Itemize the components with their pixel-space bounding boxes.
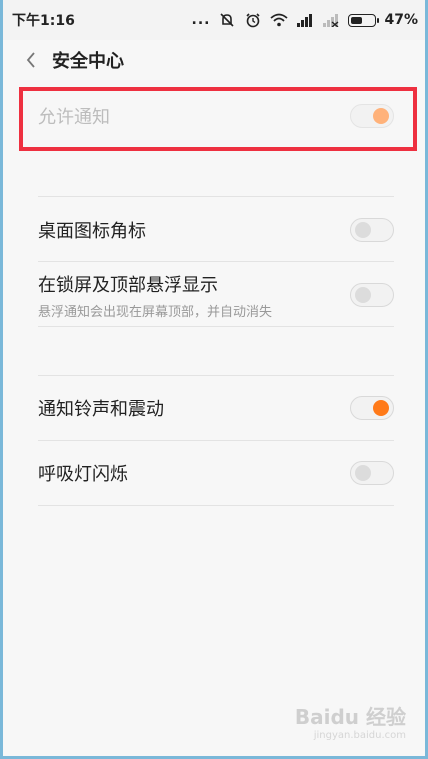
divider xyxy=(38,375,394,376)
watermark-url: jingyan.baidu.com xyxy=(313,730,406,741)
desktop-badge-toggle[interactable] xyxy=(350,218,394,242)
breathing-light-toggle[interactable] xyxy=(350,461,394,485)
battery-icon xyxy=(348,13,380,27)
setting-desktop-badge[interactable]: 桌面图标角标 xyxy=(38,208,394,252)
status-bar: 下午1:16 ... 47% xyxy=(0,0,428,40)
baidu-watermark-logo: Baidu 经验 jingyan.baidu.com xyxy=(295,701,406,741)
setting-label: 通知铃声和震动 xyxy=(38,399,164,420)
more-notifications-icon: ... xyxy=(191,12,211,28)
setting-label: 在锁屏及顶部悬浮显示 xyxy=(38,274,218,296)
page-title: 安全中心 xyxy=(52,51,124,72)
divider xyxy=(38,505,394,506)
setting-label: 桌面图标角标 xyxy=(38,221,146,242)
divider xyxy=(38,440,394,441)
watermark-text: Baidu 经验 xyxy=(294,705,406,729)
signal-icon xyxy=(296,12,314,28)
setting-lockscreen-float[interactable]: 在锁屏及顶部悬浮显示 悬浮通知会出现在屏幕顶部，并自动消失 xyxy=(38,270,394,320)
divider xyxy=(38,261,394,262)
setting-breathing-light[interactable]: 呼吸灯闪烁 xyxy=(38,451,394,495)
setting-sound-vibration[interactable]: 通知铃声和震动 xyxy=(38,386,394,430)
status-time: 下午1:16 xyxy=(12,13,75,29)
back-arrow-icon[interactable] xyxy=(20,49,42,71)
setting-label: 呼吸灯闪烁 xyxy=(38,464,128,485)
signal-2-icon xyxy=(322,12,340,28)
divider xyxy=(38,196,394,197)
page-header: 安全中心 xyxy=(0,40,428,80)
highlight-box xyxy=(19,87,417,151)
divider xyxy=(38,326,394,327)
alarm-icon xyxy=(244,12,262,28)
lockscreen-float-toggle[interactable] xyxy=(350,283,394,307)
mute-icon xyxy=(218,12,236,28)
status-icons: ... 47% xyxy=(192,12,418,28)
wifi-icon xyxy=(270,12,289,28)
setting-description: 悬浮通知会出现在屏幕顶部，并自动消失 xyxy=(38,304,273,320)
battery-percentage: 47% xyxy=(384,12,418,28)
sound-vibration-toggle[interactable] xyxy=(350,396,394,420)
